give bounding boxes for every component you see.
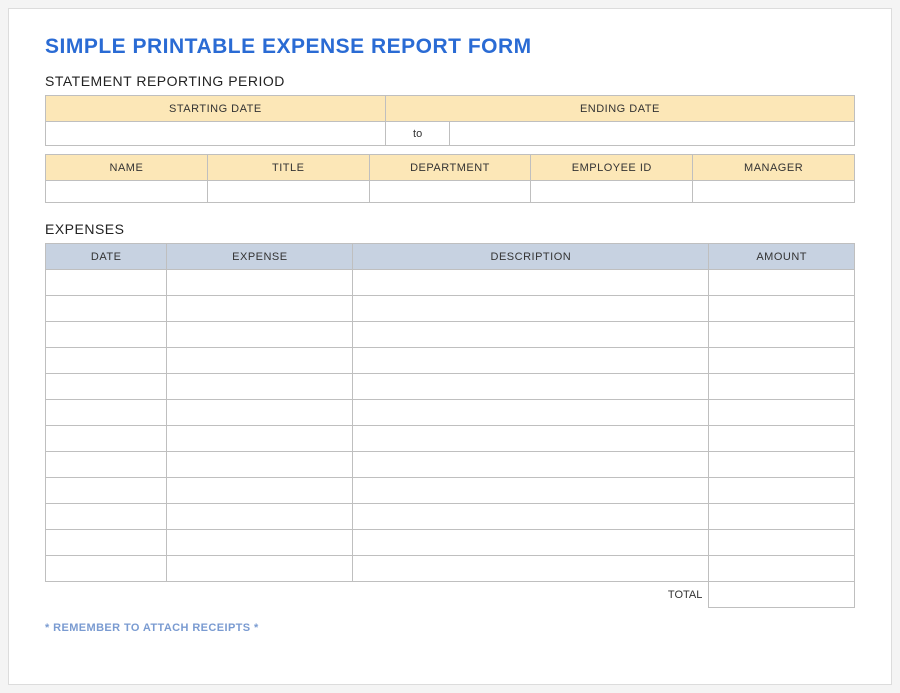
name-cell[interactable] [46,181,208,203]
expense-report-form: SIMPLE PRINTABLE EXPENSE REPORT FORM STA… [8,8,892,685]
exp-date-cell[interactable] [46,374,167,400]
exp-date-cell[interactable] [46,452,167,478]
exp-date-cell[interactable] [46,504,167,530]
exp-amount-cell[interactable] [709,270,855,296]
exp-description-cell[interactable] [353,530,709,556]
expenses-section-label: EXPENSES [45,221,855,237]
exp-description-cell[interactable] [353,426,709,452]
employeeid-cell[interactable] [531,181,693,203]
exp-date-cell[interactable] [46,478,167,504]
table-row [46,296,855,322]
period-section-label: STATEMENT REPORTING PERIOD [45,73,855,89]
expenses-table: DATE EXPENSE DESCRIPTION AMOUNT TOTAL [45,243,855,608]
exp-expense-cell[interactable] [167,426,353,452]
exp-date-cell[interactable] [46,348,167,374]
exp-amount-cell[interactable] [709,530,855,556]
table-row [46,348,855,374]
page-title: SIMPLE PRINTABLE EXPENSE REPORT FORM [45,35,855,59]
employee-table: NAME TITLE DEPARTMENT EMPLOYEE ID MANAGE… [45,154,855,203]
exp-description-cell[interactable] [353,556,709,582]
exp-date-cell[interactable] [46,400,167,426]
exp-expense-cell[interactable] [167,400,353,426]
title-cell[interactable] [207,181,369,203]
exp-amount-cell[interactable] [709,452,855,478]
total-label: TOTAL [353,582,709,608]
exp-amount-cell[interactable] [709,322,855,348]
exp-date-cell[interactable] [46,556,167,582]
table-row [46,270,855,296]
exp-description-cell[interactable] [353,296,709,322]
ending-date-cell[interactable] [450,122,855,146]
period-to-label: to [385,122,450,146]
exp-description-cell[interactable] [353,452,709,478]
exp-date-cell[interactable] [46,270,167,296]
exp-amount-header: AMOUNT [709,244,855,270]
exp-date-cell[interactable] [46,296,167,322]
exp-amount-cell[interactable] [709,478,855,504]
exp-expense-cell[interactable] [167,348,353,374]
exp-description-cell[interactable] [353,400,709,426]
table-row [46,374,855,400]
exp-description-cell[interactable] [353,374,709,400]
table-row [46,400,855,426]
exp-expense-cell[interactable] [167,374,353,400]
table-row [46,556,855,582]
table-row [46,322,855,348]
exp-expense-cell[interactable] [167,296,353,322]
exp-description-cell[interactable] [353,348,709,374]
exp-description-cell[interactable] [353,322,709,348]
table-row [46,530,855,556]
receipts-footnote: * REMEMBER TO ATTACH RECEIPTS * [45,622,855,634]
title-header: TITLE [207,155,369,181]
exp-description-header: DESCRIPTION [353,244,709,270]
table-row [46,426,855,452]
table-row [46,504,855,530]
table-row [46,478,855,504]
department-cell[interactable] [369,181,531,203]
exp-date-cell[interactable] [46,322,167,348]
exp-expense-cell[interactable] [167,478,353,504]
manager-header: MANAGER [693,155,855,181]
exp-expense-cell[interactable] [167,452,353,478]
exp-amount-cell[interactable] [709,348,855,374]
exp-expense-cell[interactable] [167,322,353,348]
exp-amount-cell[interactable] [709,374,855,400]
period-table: STARTING DATE ENDING DATE to [45,95,855,146]
table-row [46,452,855,478]
exp-amount-cell[interactable] [709,504,855,530]
starting-date-header: STARTING DATE [46,96,386,122]
exp-description-cell[interactable] [353,270,709,296]
manager-cell[interactable] [693,181,855,203]
starting-date-cell[interactable] [46,122,386,146]
exp-expense-cell[interactable] [167,556,353,582]
ending-date-header: ENDING DATE [385,96,854,122]
employeeid-header: EMPLOYEE ID [531,155,693,181]
exp-description-cell[interactable] [353,504,709,530]
exp-amount-cell[interactable] [709,296,855,322]
total-value-cell[interactable] [709,582,855,608]
exp-amount-cell[interactable] [709,426,855,452]
name-header: NAME [46,155,208,181]
exp-amount-cell[interactable] [709,556,855,582]
exp-date-header: DATE [46,244,167,270]
exp-expense-header: EXPENSE [167,244,353,270]
exp-date-cell[interactable] [46,530,167,556]
department-header: DEPARTMENT [369,155,531,181]
exp-amount-cell[interactable] [709,400,855,426]
exp-expense-cell[interactable] [167,504,353,530]
exp-expense-cell[interactable] [167,530,353,556]
exp-description-cell[interactable] [353,478,709,504]
exp-date-cell[interactable] [46,426,167,452]
exp-expense-cell[interactable] [167,270,353,296]
